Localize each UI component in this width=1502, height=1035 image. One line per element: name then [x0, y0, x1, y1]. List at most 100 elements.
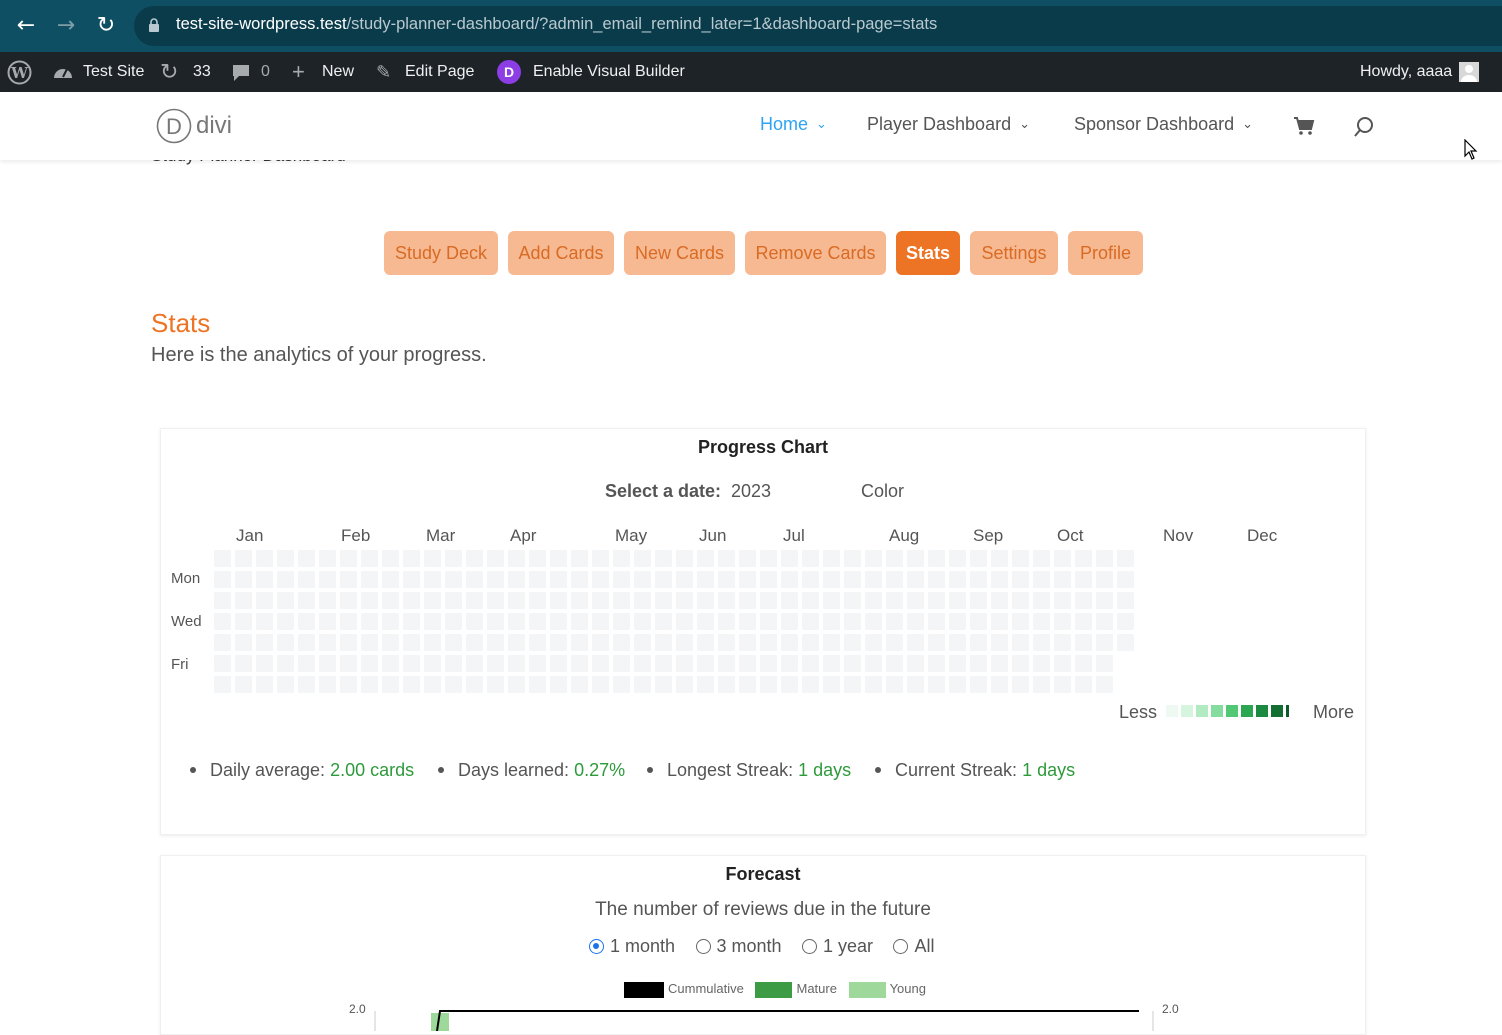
forecast-range-options: 1 month 3 month 1 year All: [589, 936, 951, 959]
heatmap-cell: [298, 571, 315, 588]
stat-label: Days learned:: [458, 760, 570, 780]
reload-icon[interactable]: ↻: [92, 12, 120, 40]
heatmap-cell: [1117, 613, 1134, 630]
heatmap-cell: [655, 592, 672, 609]
forward-icon[interactable]: →: [52, 12, 80, 40]
mouse-cursor-icon: [1464, 139, 1478, 160]
heatmap-cell: [886, 613, 903, 630]
heatmap-cell: [760, 592, 777, 609]
radio-dot[interactable]: [589, 939, 604, 954]
logo-text[interactable]: divi: [196, 112, 232, 140]
radio-label: All: [914, 936, 935, 956]
plus-icon: +: [292, 59, 305, 84]
updates-count[interactable]: 33: [193, 52, 211, 92]
heatmap-cell: [655, 634, 672, 651]
heatmap-cell: [907, 613, 924, 630]
radio-1-year[interactable]: 1 year: [802, 936, 873, 957]
visual-builder-link[interactable]: Enable Visual Builder: [533, 52, 685, 92]
tab-profile[interactable]: Profile: [1068, 231, 1143, 275]
site-name-link[interactable]: Test Site: [83, 52, 144, 92]
heatmap-cell: [508, 655, 525, 672]
edit-page-link[interactable]: Edit Page: [405, 52, 474, 92]
heatmap-cell: [802, 571, 819, 588]
heatmap-cell: [865, 571, 882, 588]
heatmap-cell: [550, 550, 567, 567]
heatmap-cell: [949, 571, 966, 588]
color-select[interactable]: Color: [861, 481, 904, 502]
heatmap-cell: [571, 634, 588, 651]
month-label: Dec: [1247, 526, 1278, 545]
legend-swatch: [1211, 705, 1223, 717]
heatmap-cell: [1054, 655, 1071, 672]
tab-remove-cards[interactable]: Remove Cards: [745, 231, 886, 275]
heatmap-cell: [487, 571, 504, 588]
heatmap-cell: [655, 613, 672, 630]
heatmap-cell: [1054, 676, 1071, 693]
address-bar[interactable]: test-site-wordpress.test/study-planner-d…: [134, 6, 1502, 46]
heatmap-cell: [991, 613, 1008, 630]
heatmap-cell: [256, 550, 273, 567]
comments-count[interactable]: 0: [261, 52, 270, 92]
stat-value: 1 days: [1022, 760, 1076, 780]
avatar[interactable]: [1459, 62, 1479, 82]
heatmap-cell: [970, 613, 987, 630]
radio-dot[interactable]: [893, 939, 909, 954]
howdy-link[interactable]: Howdy, aaaa: [1360, 52, 1452, 92]
back-icon[interactable]: ←: [12, 12, 40, 40]
heatmap-cell: [718, 550, 735, 567]
menu-player-dashboard[interactable]: Player Dashboard ⌄: [867, 114, 1030, 135]
comments-icon[interactable]: [231, 63, 251, 82]
radio-1-month[interactable]: 1 month: [589, 936, 675, 957]
forecast-legend: Cummulative Mature Young: [624, 981, 926, 998]
heatmap-cell: [1075, 655, 1092, 672]
lock-icon: [149, 18, 159, 32]
legend-swatch: [1166, 705, 1178, 717]
divi-logo-mark[interactable]: D: [156, 108, 192, 144]
heatmap-cell: [319, 613, 336, 630]
tab-study-deck[interactable]: Study Deck: [384, 231, 498, 275]
new-link[interactable]: New: [322, 52, 354, 92]
tab-settings[interactable]: Settings: [970, 231, 1058, 275]
stat-value: 0.27%: [574, 760, 626, 780]
day-label: Wed: [171, 613, 202, 630]
heatmap-cell: [634, 550, 651, 567]
tab-stats[interactable]: Stats: [896, 231, 960, 275]
heatmap-cell: [1096, 676, 1113, 693]
heatmap-cell: [277, 592, 294, 609]
tab-add-cards[interactable]: Add Cards: [508, 231, 614, 275]
heatmap-cell: [634, 613, 651, 630]
radio-dot[interactable]: [695, 939, 711, 954]
cart-icon[interactable]: [1293, 116, 1315, 136]
heatmap-cell: [613, 634, 630, 651]
heatmap-cell: [613, 655, 630, 672]
radio-all[interactable]: All: [893, 936, 935, 957]
stat-current-streak: Current Streak: 1 days: [875, 760, 1075, 781]
heatmap-cell: [571, 571, 588, 588]
heatmap-cell: [571, 592, 588, 609]
search-icon[interactable]: [1353, 116, 1375, 138]
forecast-description: The number of reviews due in the future: [595, 899, 931, 920]
menu-sponsor-dashboard[interactable]: Sponsor Dashboard ⌄: [1074, 114, 1253, 135]
tab-new-cards[interactable]: New Cards: [624, 231, 735, 275]
radio-dot[interactable]: [802, 939, 817, 954]
cummulative-line: [436, 1010, 1139, 1031]
heatmap-cell: [298, 550, 315, 567]
heatmap-cell: [1117, 550, 1134, 567]
wordpress-icon[interactable]: W: [7, 60, 32, 85]
forecast-chart: [374, 1010, 1154, 1031]
stats-description: Here is the analytics of your progress.: [151, 344, 487, 366]
heatmap-cell: [802, 655, 819, 672]
heatmap-cell: [760, 613, 777, 630]
heatmap-cell: [823, 613, 840, 630]
heatmap-cell: [865, 634, 882, 651]
heatmap-cell: [802, 550, 819, 567]
legend-swatch: [1271, 705, 1283, 717]
heatmap-cell: [1012, 571, 1029, 588]
year-select[interactable]: 2023: [731, 481, 771, 502]
heatmap-cell: [382, 676, 399, 693]
legend-more-label: More: [1313, 702, 1355, 722]
heatmap-cell: [1117, 592, 1134, 609]
heatmap-cell: [592, 676, 609, 693]
menu-home[interactable]: Home ⌄: [760, 114, 827, 135]
radio-3-month[interactable]: 3 month: [695, 936, 782, 957]
